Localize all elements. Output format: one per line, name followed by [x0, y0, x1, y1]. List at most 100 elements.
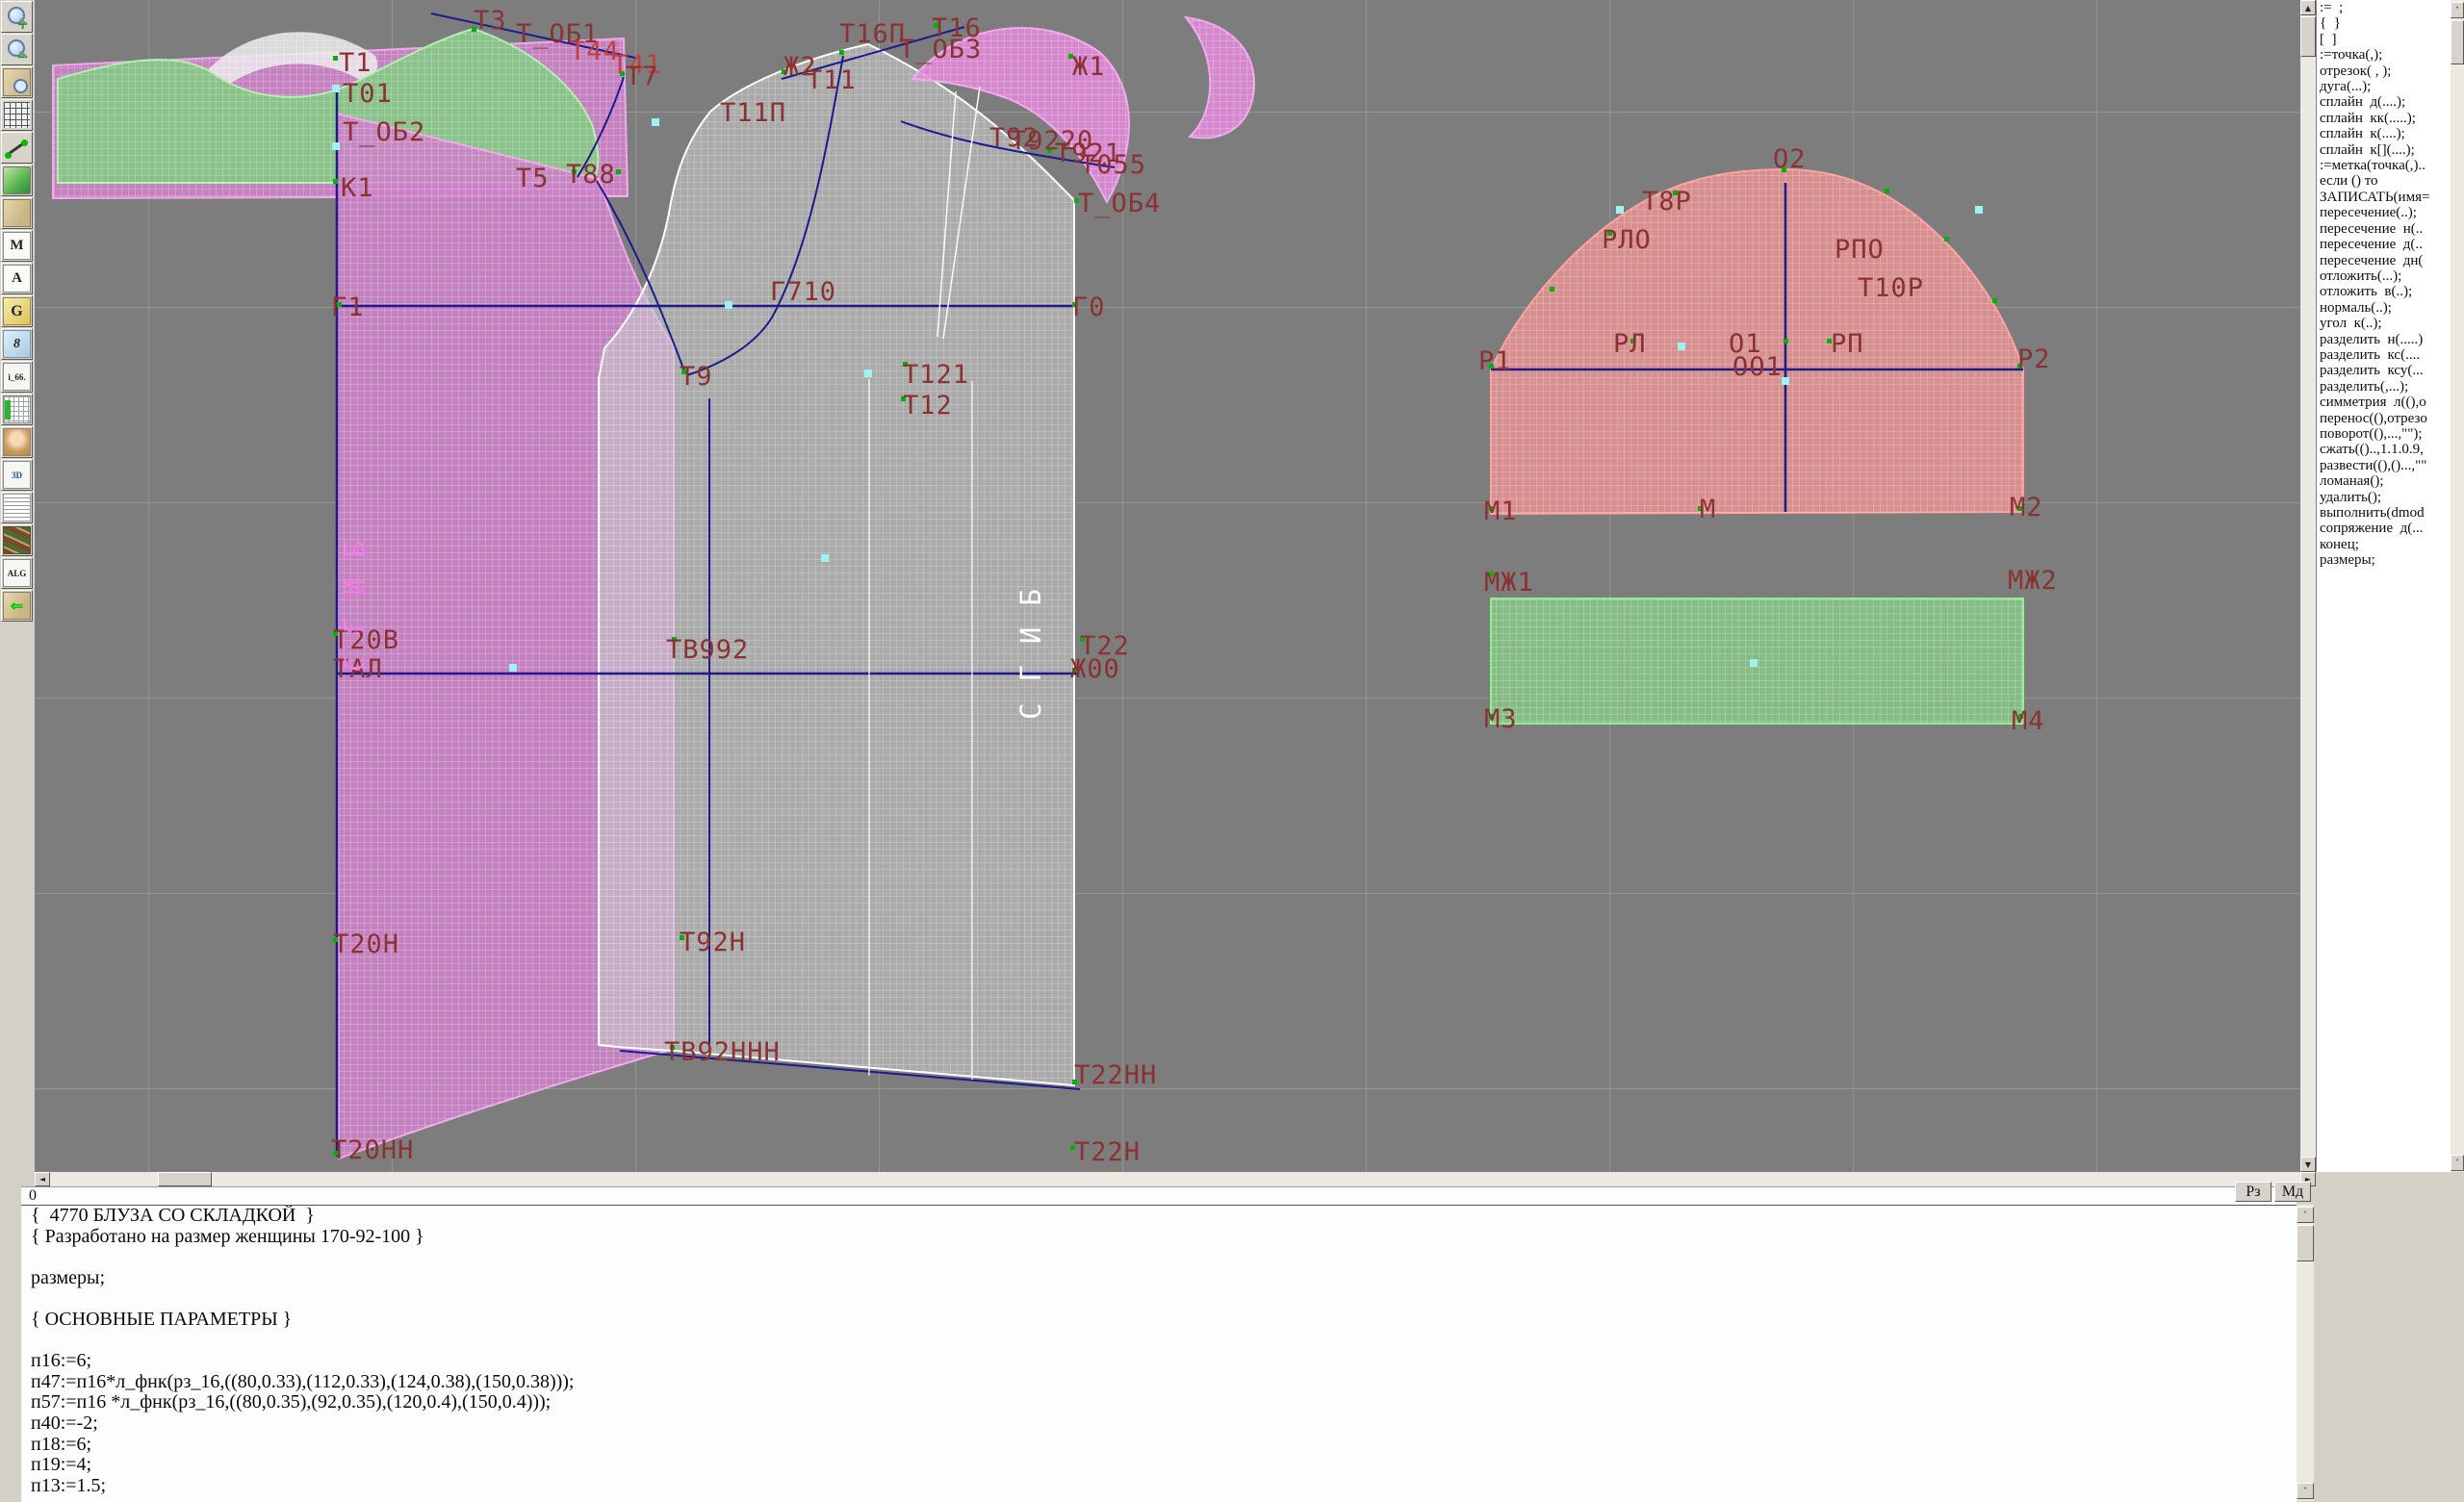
point-label: Т12: [903, 391, 953, 420]
command-item[interactable]: сжать(()..,1.1.0.9,: [2317, 442, 2451, 457]
point-label: СГИБ: [339, 520, 372, 672]
model-document-icon-button[interactable]: M: [1, 230, 33, 262]
point-label: Т22НН: [1074, 1060, 1158, 1090]
command-item[interactable]: удалить();: [2317, 490, 2451, 505]
command-item[interactable]: пересечение дн(: [2317, 253, 2451, 268]
editor-line: { 4770 БЛУЗА СО СКЛАДКОЙ }: [31, 1205, 315, 1226]
zoom-out-icon-button[interactable]: −: [1, 34, 33, 65]
command-item[interactable]: если () то: [2317, 173, 2451, 189]
hscroll-thumb[interactable]: [158, 1172, 212, 1186]
command-item[interactable]: ЗАПИСАТЬ(имя=: [2317, 190, 2451, 205]
md-button[interactable]: Мд: [2274, 1182, 2311, 1202]
3d-view-icon-button[interactable]: 3D: [1, 459, 33, 491]
command-item[interactable]: сплайн кк(.....);: [2317, 111, 2451, 126]
scroll-down-icon[interactable]: ˅: [2297, 1483, 2314, 1499]
point-label: Г710: [770, 277, 837, 307]
command-item[interactable]: отложить в(..);: [2317, 284, 2451, 299]
command-item[interactable]: поворот((),...,"");: [2317, 426, 2451, 442]
g-document-icon-button[interactable]: G: [1, 295, 33, 327]
command-item[interactable]: выполнить(dmod: [2317, 505, 2451, 521]
command-item[interactable]: :=метка(точка(,)..: [2317, 158, 2451, 173]
drafting-tools-icon-button[interactable]: A: [1, 263, 33, 294]
preview-pattern-icon-button[interactable]: [1, 66, 33, 98]
editor-line: п13:=1.5;: [31, 1474, 107, 1496]
grid-icon-button[interactable]: [1, 99, 33, 131]
command-list-scrollbar[interactable]: ˄ ˅: [2451, 0, 2464, 1172]
layout-map-icon-button[interactable]: [1, 165, 33, 196]
point-marker: [615, 168, 621, 174]
digitizer-ruler-icon-button[interactable]: 8: [1, 328, 33, 360]
editor-vscrollbar[interactable]: ˄ ˅: [2297, 1205, 2314, 1501]
pattern-piece-icon-button[interactable]: [1, 197, 33, 229]
point-label: Т_ОБ2: [343, 117, 426, 147]
editor-scroll-thumb[interactable]: [2297, 1225, 2314, 1261]
point-label: Т121: [903, 360, 970, 390]
command-item[interactable]: пересечение(..);: [2317, 205, 2451, 220]
zoom-in-icon-button[interactable]: +: [1, 1, 33, 33]
command-item[interactable]: конец;: [2317, 537, 2451, 552]
vscroll-thumb[interactable]: [2300, 16, 2316, 57]
point-label: Т11П: [720, 98, 787, 128]
command-item[interactable]: дуга(...);: [2317, 79, 2451, 94]
command-item[interactable]: { }: [2317, 15, 2451, 31]
command-item[interactable]: сплайн к(....);: [2317, 126, 2451, 141]
point-marker: [332, 178, 338, 184]
point-label: МЖ1: [1484, 568, 1534, 598]
point-label: М2: [2010, 493, 2043, 522]
scroll-left-icon[interactable]: ◄: [35, 1172, 50, 1186]
command-item[interactable]: сплайн д(....);: [2317, 94, 2451, 110]
program-text-editor[interactable]: { 4770 БЛУЗА СО СКЛАДКОЙ }{ Разработано …: [21, 1205, 2297, 1502]
g-document-icon: G: [3, 297, 31, 325]
i66-file-icon-button[interactable]: i_66.: [1, 361, 33, 393]
point-label: Т10Р: [1858, 273, 1925, 303]
size-table-icon-button[interactable]: [1, 394, 33, 425]
command-item[interactable]: разделить(,...);: [2317, 379, 2451, 395]
photo-icon-button[interactable]: [1, 426, 33, 458]
command-item[interactable]: сплайн к[](....);: [2317, 142, 2451, 158]
command-item[interactable]: нормаль(..);: [2317, 300, 2451, 316]
command-item[interactable]: разделить н(.....): [2317, 332, 2451, 347]
scroll-up-icon[interactable]: ▲: [2300, 0, 2316, 15]
canvas-hscrollbar[interactable]: ◄ ►: [35, 1172, 2316, 1186]
command-item[interactable]: ломаная();: [2317, 473, 2451, 489]
command-item[interactable]: развести((),()...,"": [2317, 458, 2451, 473]
command-item[interactable]: размеры;: [2317, 552, 2451, 568]
text-listing-icon-button[interactable]: [1, 492, 33, 523]
scroll-down-icon[interactable]: ˅: [2451, 1155, 2464, 1171]
command-item[interactable]: пересечение н(..: [2317, 221, 2451, 237]
canvas-vscrollbar[interactable]: ▲ ▼: [2300, 0, 2316, 1172]
rz-button[interactable]: Рз: [2235, 1182, 2272, 1202]
highlight-marker: [332, 85, 340, 92]
cmd-scroll-thumb[interactable]: [2451, 20, 2464, 64]
command-item[interactable]: отрезок( , );: [2317, 64, 2451, 79]
scroll-up-icon[interactable]: ˄: [2451, 2, 2464, 18]
algorithm-file-icon-button[interactable]: ALG: [1, 557, 33, 589]
point-label: Т20Н: [333, 929, 400, 959]
editor-line: п40:=-2;: [31, 1412, 98, 1434]
point-label: Т01: [343, 79, 393, 109]
segment-tool-icon-button[interactable]: [1, 132, 33, 164]
command-item[interactable]: разделить кс(....: [2317, 347, 2451, 363]
command-item[interactable]: разделить ксу(...: [2317, 363, 2451, 378]
grid-icon: [4, 102, 30, 128]
command-item[interactable]: отложить(...);: [2317, 268, 2451, 284]
drawing-canvas[interactable]: Т3 Т_ОБ1 Т44 Т41 Т1 Т01 Т_ОБ2 К1 Т5 Т88 Т7 Т11П Ж2 Т1…: [35, 0, 2300, 1172]
command-item[interactable]: угол к(..);: [2317, 316, 2451, 331]
highlight-marker: [1750, 659, 1758, 667]
command-item[interactable]: :=точка(,);: [2317, 47, 2451, 63]
scroll-down-icon[interactable]: ▼: [2300, 1157, 2316, 1172]
export-pattern-icon-button[interactable]: ⇐: [1, 590, 33, 622]
i66-file-icon: i_66.: [3, 363, 31, 391]
scroll-up-icon[interactable]: ˄: [2297, 1207, 2314, 1223]
pattern-piece-icon: [3, 199, 31, 227]
3d-view-icon: 3D: [3, 461, 31, 489]
command-item[interactable]: сопряжение д(...: [2317, 521, 2451, 536]
command-item[interactable]: := ;: [2317, 0, 2451, 15]
command-item[interactable]: [ ]: [2317, 32, 2451, 47]
command-item[interactable]: перенос((),отрезо: [2317, 411, 2451, 426]
library-books-icon-button[interactable]: [1, 524, 33, 556]
point-marker: [1884, 188, 1889, 193]
command-item[interactable]: пересечение д(..: [2317, 237, 2451, 252]
command-item[interactable]: симметрия л((),о: [2317, 395, 2451, 410]
point-label: Т16П: [839, 19, 907, 49]
